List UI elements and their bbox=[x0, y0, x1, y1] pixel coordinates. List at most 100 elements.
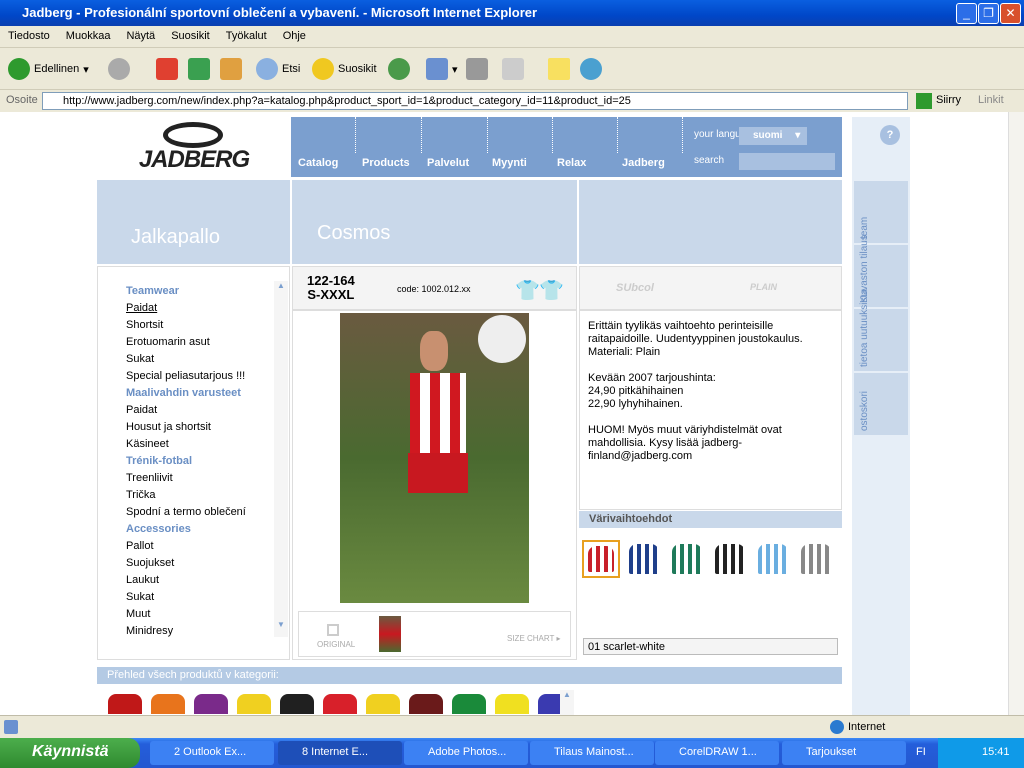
maximize-button[interactable]: ❐ bbox=[978, 3, 999, 24]
back-button[interactable]: Edellinen ▾ bbox=[8, 56, 89, 82]
menu-favorites[interactable]: Suosikit bbox=[163, 26, 218, 42]
site-search-input[interactable] bbox=[739, 153, 835, 170]
taskbar-task[interactable]: Tilaus Mainost... bbox=[530, 741, 654, 765]
original-button[interactable]: ORIGINAL bbox=[317, 640, 355, 649]
mail-button[interactable]: ▾ bbox=[426, 56, 458, 82]
taskbar-task[interactable]: 8 Internet E... bbox=[278, 741, 402, 765]
category-heading[interactable]: Trénik-fotbal bbox=[126, 453, 271, 470]
nav-myynti[interactable]: Myynti bbox=[492, 157, 527, 169]
search-button[interactable]: Etsi bbox=[256, 56, 300, 82]
category-item[interactable]: Special peliasutarjous !!! bbox=[126, 368, 271, 385]
home-button[interactable] bbox=[220, 56, 242, 82]
menu-file[interactable]: Tiedosto bbox=[0, 26, 58, 42]
category-item[interactable]: Laukut bbox=[126, 572, 271, 589]
menu-edit[interactable]: Muokkaa bbox=[58, 26, 119, 42]
category-item[interactable]: Suojukset bbox=[126, 555, 271, 572]
taskbar-task[interactable]: 2 Outlook Ex... bbox=[150, 741, 274, 765]
history-button[interactable] bbox=[388, 56, 410, 82]
menu-help[interactable]: Ohje bbox=[275, 26, 314, 42]
go-icon[interactable] bbox=[916, 93, 932, 109]
thumbnail-image[interactable] bbox=[379, 616, 401, 652]
category-item[interactable]: Muut bbox=[126, 606, 271, 623]
language-select[interactable]: suomi ▾ bbox=[739, 127, 807, 145]
overview-product-shirt[interactable] bbox=[366, 694, 400, 714]
overview-product-shirt[interactable] bbox=[323, 694, 357, 714]
print-button[interactable] bbox=[466, 56, 488, 82]
category-item[interactable]: Housut ja shortsit bbox=[126, 419, 271, 436]
product-image-panel: ORIGINAL SIZE CHART ▸ bbox=[292, 310, 577, 660]
menu-tools[interactable]: Työkalut bbox=[218, 26, 275, 42]
stop-button[interactable] bbox=[156, 56, 178, 82]
main-nav: Catalog Products Palvelut Myynti Relax J… bbox=[291, 117, 842, 177]
color-swatch[interactable] bbox=[582, 540, 620, 578]
system-tray: 15:41 bbox=[938, 738, 1024, 768]
category-item[interactable]: Erotuomarin asut bbox=[126, 334, 271, 351]
overview-product-shirt[interactable] bbox=[194, 694, 228, 714]
nav-relax[interactable]: Relax bbox=[557, 157, 586, 169]
taskbar-task[interactable]: Tarjoukset bbox=[782, 741, 906, 765]
category-item[interactable]: Spodní a termo oblečení bbox=[126, 504, 271, 521]
color-swatch[interactable] bbox=[668, 540, 706, 578]
category-item[interactable]: Trička bbox=[126, 487, 271, 504]
forward-button[interactable] bbox=[108, 56, 130, 82]
color-swatch[interactable] bbox=[797, 540, 835, 578]
overview-product-shirt[interactable] bbox=[151, 694, 185, 714]
size-chart-link[interactable]: SIZE CHART ▸ bbox=[507, 634, 561, 643]
links-button[interactable]: Linkit bbox=[978, 94, 1004, 106]
product-photo[interactable] bbox=[340, 313, 529, 603]
history-icon bbox=[388, 58, 410, 80]
short-sleeve-shirt-icon: 👕 bbox=[515, 280, 540, 302]
category-heading[interactable]: Accessories bbox=[126, 521, 271, 538]
category-item[interactable]: Shortsit bbox=[126, 317, 271, 334]
go-button[interactable]: Siirry bbox=[936, 94, 961, 106]
nav-jadberg[interactable]: Jadberg bbox=[622, 157, 665, 169]
start-button[interactable]: Käynnistä bbox=[0, 738, 140, 768]
menu-view[interactable]: Näytä bbox=[118, 26, 163, 42]
edit-button[interactable] bbox=[502, 56, 524, 82]
overview-scrollbar[interactable]: ▲ bbox=[560, 690, 574, 715]
category-scrollbar[interactable]: ▲ ▼ bbox=[274, 281, 288, 637]
overview-product-shirt[interactable] bbox=[280, 694, 314, 714]
taskbar-task[interactable]: CorelDRAW 1... bbox=[655, 741, 779, 765]
close-button[interactable]: ✕ bbox=[1000, 3, 1021, 24]
overview-product-shirt[interactable] bbox=[495, 694, 529, 714]
side-tab[interactable]: tietoa uutuuksista bbox=[854, 289, 908, 371]
color-swatch[interactable] bbox=[711, 540, 749, 578]
notes-button[interactable] bbox=[548, 56, 570, 82]
language-indicator[interactable]: FI bbox=[916, 746, 926, 758]
help-icon[interactable]: ? bbox=[880, 125, 900, 145]
color-swatch[interactable] bbox=[754, 540, 792, 578]
jadberg-logo[interactable]: JADBERG bbox=[118, 120, 270, 174]
minimize-button[interactable]: _ bbox=[956, 3, 977, 24]
nav-catalog[interactable]: Catalog bbox=[298, 157, 338, 169]
word-icon bbox=[502, 58, 524, 80]
category-item[interactable]: Sukat bbox=[126, 589, 271, 606]
overview-product-shirt[interactable] bbox=[108, 694, 142, 714]
category-item[interactable]: Minidresy bbox=[126, 623, 271, 640]
overview-product-shirt[interactable] bbox=[452, 694, 486, 714]
taskbar-task[interactable]: Adobe Photos... bbox=[404, 741, 528, 765]
favorites-button[interactable]: Suosikit bbox=[312, 56, 377, 82]
side-tab[interactable]: team bbox=[854, 181, 908, 243]
category-heading[interactable]: Maalivahdin varusteet bbox=[126, 385, 271, 402]
category-heading[interactable]: Teamwear bbox=[126, 283, 271, 300]
nav-palvelut[interactable]: Palvelut bbox=[427, 157, 469, 169]
messenger-button[interactable] bbox=[580, 56, 602, 82]
category-item[interactable]: Sukat bbox=[126, 351, 271, 368]
overview-product-shirt[interactable] bbox=[409, 694, 443, 714]
color-swatch[interactable] bbox=[625, 540, 663, 578]
category-item[interactable]: Paidat bbox=[126, 300, 271, 317]
address-input[interactable]: http://www.jadberg.com/new/index.php?a=k… bbox=[42, 92, 908, 110]
page-scrollbar[interactable] bbox=[1008, 112, 1024, 715]
category-item[interactable]: Paidat bbox=[126, 402, 271, 419]
refresh-button[interactable] bbox=[188, 56, 210, 82]
side-tab[interactable]: ostoskori bbox=[854, 373, 908, 435]
category-item[interactable]: Pallot bbox=[126, 538, 271, 555]
category-item[interactable]: Käsineet bbox=[126, 436, 271, 453]
home-icon bbox=[220, 58, 242, 80]
category-item[interactable]: Treenliivit bbox=[126, 470, 271, 487]
selected-color-field[interactable]: 01 scarlet-white bbox=[583, 638, 838, 655]
overview-product-shirt[interactable] bbox=[237, 694, 271, 714]
side-panel: ? team Kuvaston tilaus tietoa uutuuksista o… bbox=[852, 117, 910, 715]
nav-products[interactable]: Products bbox=[362, 157, 410, 169]
